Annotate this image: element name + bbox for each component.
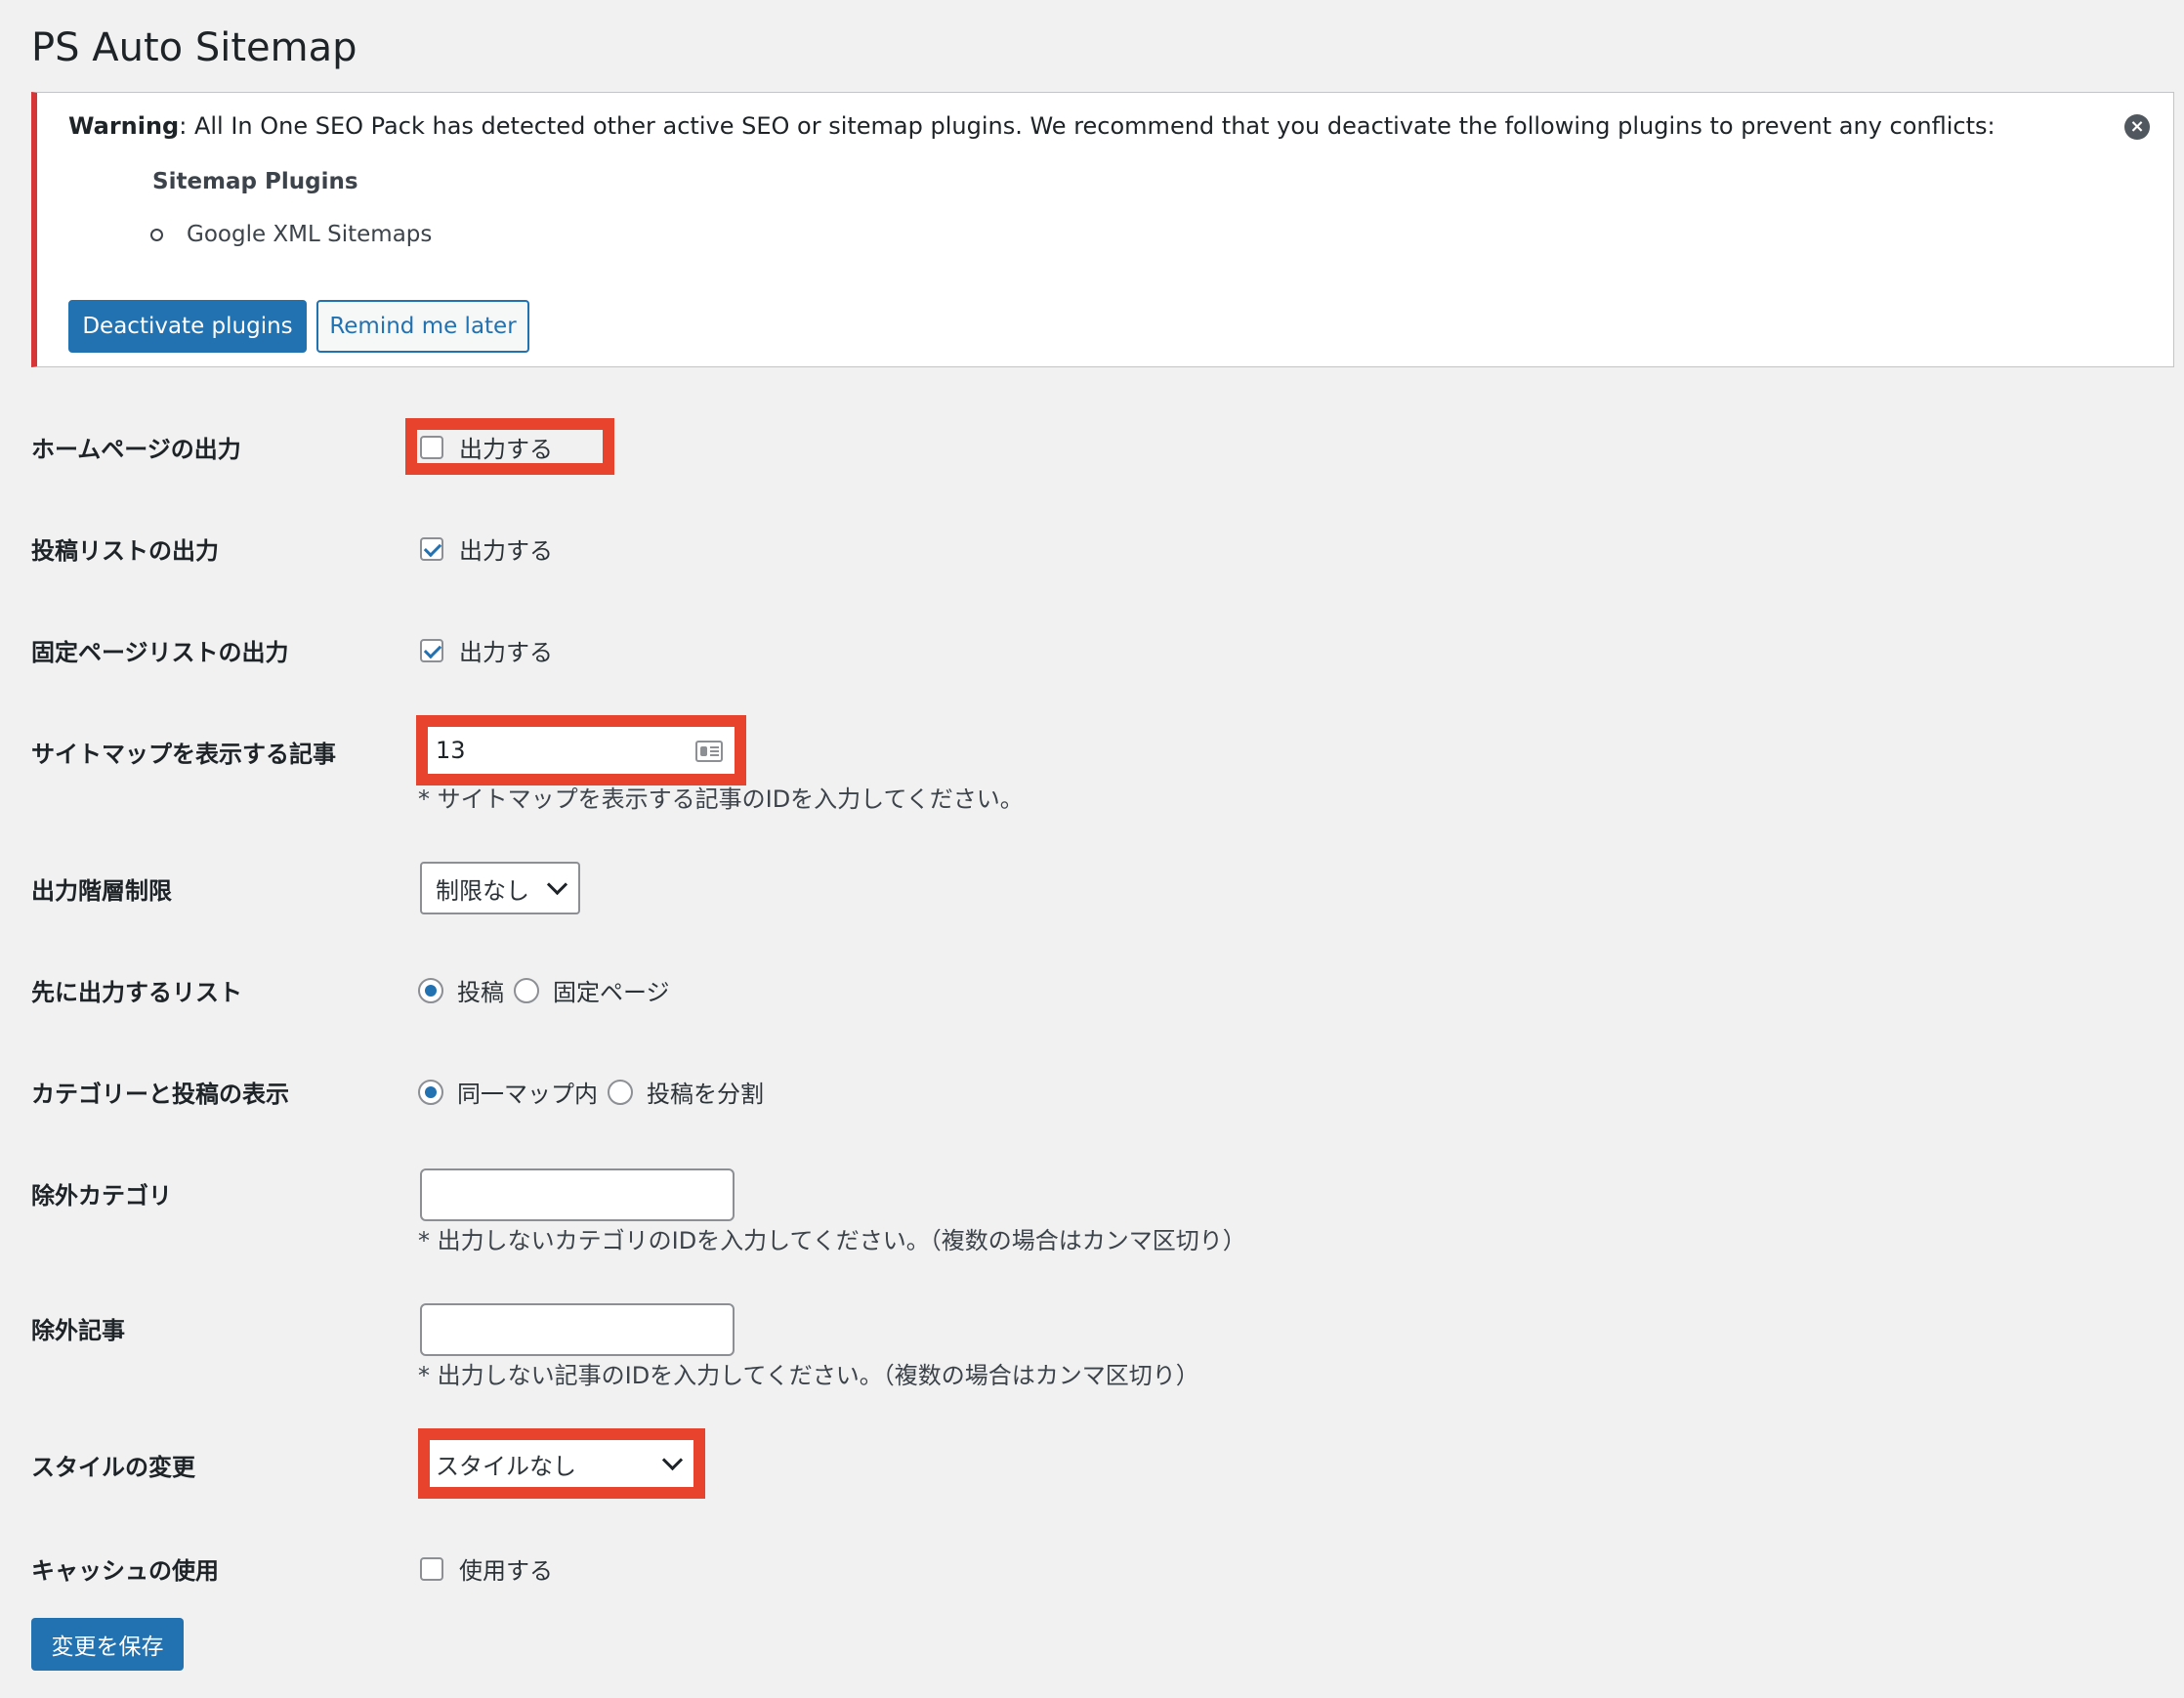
remind-me-later-button[interactable]: Remind me later bbox=[316, 300, 529, 353]
sitemap-post-label: サイトマップを表示する記事 bbox=[31, 741, 336, 768]
radio-label: 投稿を分割 bbox=[647, 1081, 764, 1108]
chevron-down-icon bbox=[661, 1449, 684, 1470]
exclude-post-label: 除外記事 bbox=[31, 1317, 125, 1344]
exclude-post-input[interactable] bbox=[420, 1303, 735, 1356]
notice-message: Warning: All In One SEO Pack has detecte… bbox=[68, 112, 1995, 140]
sitemap-post-id-value: 13 bbox=[436, 737, 466, 764]
first-list-radio-group: 投稿 固定ページ bbox=[418, 973, 680, 1007]
notice-warning-text: : All In One SEO Pack has detected other… bbox=[179, 112, 1995, 140]
plugin-name: Google XML Sitemaps bbox=[187, 222, 433, 247]
radio-option-same-map[interactable]: 同一マップ内 bbox=[418, 1075, 598, 1109]
page-list-checkbox[interactable] bbox=[420, 638, 443, 662]
radio-label: 固定ページ bbox=[553, 979, 670, 1006]
post-list-option[interactable]: 出力する bbox=[420, 531, 553, 566]
cache-option[interactable]: 使用する bbox=[420, 1551, 553, 1586]
dismiss-icon[interactable]: × bbox=[2124, 114, 2150, 140]
exclude-category-input[interactable] bbox=[420, 1168, 735, 1221]
category-display-label: カテゴリーと投稿の表示 bbox=[31, 1081, 289, 1108]
sitemap-post-id-input[interactable]: 13 bbox=[428, 727, 735, 774]
circle-bullet-icon bbox=[150, 228, 163, 241]
exclude-category-description: * 出力しないカテゴリのIDを入力してください。（複数の場合はカンマ区切り） bbox=[418, 1227, 1246, 1254]
home-output-option-label: 出力する bbox=[459, 436, 553, 463]
home-output-label: ホームページの出力 bbox=[31, 436, 241, 463]
style-select[interactable]: スタイルなし bbox=[430, 1440, 693, 1487]
contact-card-icon[interactable] bbox=[695, 741, 723, 762]
post-list-option-label: 出力する bbox=[459, 537, 553, 565]
chevron-down-icon bbox=[546, 873, 568, 895]
depth-limit-selected: 制限なし bbox=[436, 876, 529, 905]
category-display-radio-group: 同一マップ内 投稿を分割 bbox=[418, 1075, 774, 1109]
warning-notice: Warning: All In One SEO Pack has detecte… bbox=[31, 92, 2174, 367]
settings-page: PS Auto Sitemap Warning: All In One SEO … bbox=[0, 0, 2184, 1698]
cache-option-label: 使用する bbox=[459, 1557, 553, 1585]
radio-button[interactable] bbox=[418, 977, 443, 1003]
sitemap-post-description: * サイトマップを表示する記事のIDを入力してください。 bbox=[418, 785, 1024, 813]
radio-button[interactable] bbox=[608, 1079, 633, 1105]
save-changes-button[interactable]: 変更を保存 bbox=[31, 1618, 184, 1671]
style-selected: スタイルなし bbox=[436, 1452, 576, 1480]
radio-label: 投稿 bbox=[457, 979, 504, 1006]
depth-limit-select[interactable]: 制限なし bbox=[420, 862, 580, 914]
notice-subheading: Sitemap Plugins bbox=[152, 169, 358, 194]
page-list-option-label: 出力する bbox=[459, 639, 553, 666]
exclude-post-description: * 出力しない記事のIDを入力してください。（複数の場合はカンマ区切り） bbox=[418, 1362, 1199, 1389]
radio-button[interactable] bbox=[514, 977, 539, 1003]
page-list-option[interactable]: 出力する bbox=[420, 633, 553, 667]
page-title: PS Auto Sitemap bbox=[31, 25, 357, 70]
plugin-list-item: Google XML Sitemaps bbox=[150, 222, 432, 247]
radio-button[interactable] bbox=[418, 1079, 443, 1105]
home-output-option[interactable]: 出力する bbox=[420, 430, 553, 464]
radio-option-page[interactable]: 固定ページ bbox=[514, 973, 670, 1007]
radio-option-post[interactable]: 投稿 bbox=[418, 973, 504, 1007]
first-list-label: 先に出力するリスト bbox=[31, 979, 242, 1006]
cache-checkbox[interactable] bbox=[420, 1556, 443, 1581]
home-output-checkbox[interactable] bbox=[420, 435, 443, 459]
post-list-checkbox[interactable] bbox=[420, 536, 443, 561]
depth-limit-label: 出力階層制限 bbox=[31, 877, 172, 905]
radio-label: 同一マップ内 bbox=[457, 1081, 598, 1108]
radio-option-split[interactable]: 投稿を分割 bbox=[608, 1075, 764, 1109]
exclude-category-label: 除外カテゴリ bbox=[31, 1182, 172, 1210]
style-label: スタイルの変更 bbox=[31, 1454, 195, 1481]
notice-warning-label: Warning bbox=[68, 112, 180, 140]
post-list-label: 投稿リストの出力 bbox=[31, 537, 219, 565]
page-list-label: 固定ページリストの出力 bbox=[31, 639, 289, 666]
cache-label: キャッシュの使用 bbox=[31, 1557, 219, 1585]
deactivate-plugins-button[interactable]: Deactivate plugins bbox=[68, 300, 307, 353]
